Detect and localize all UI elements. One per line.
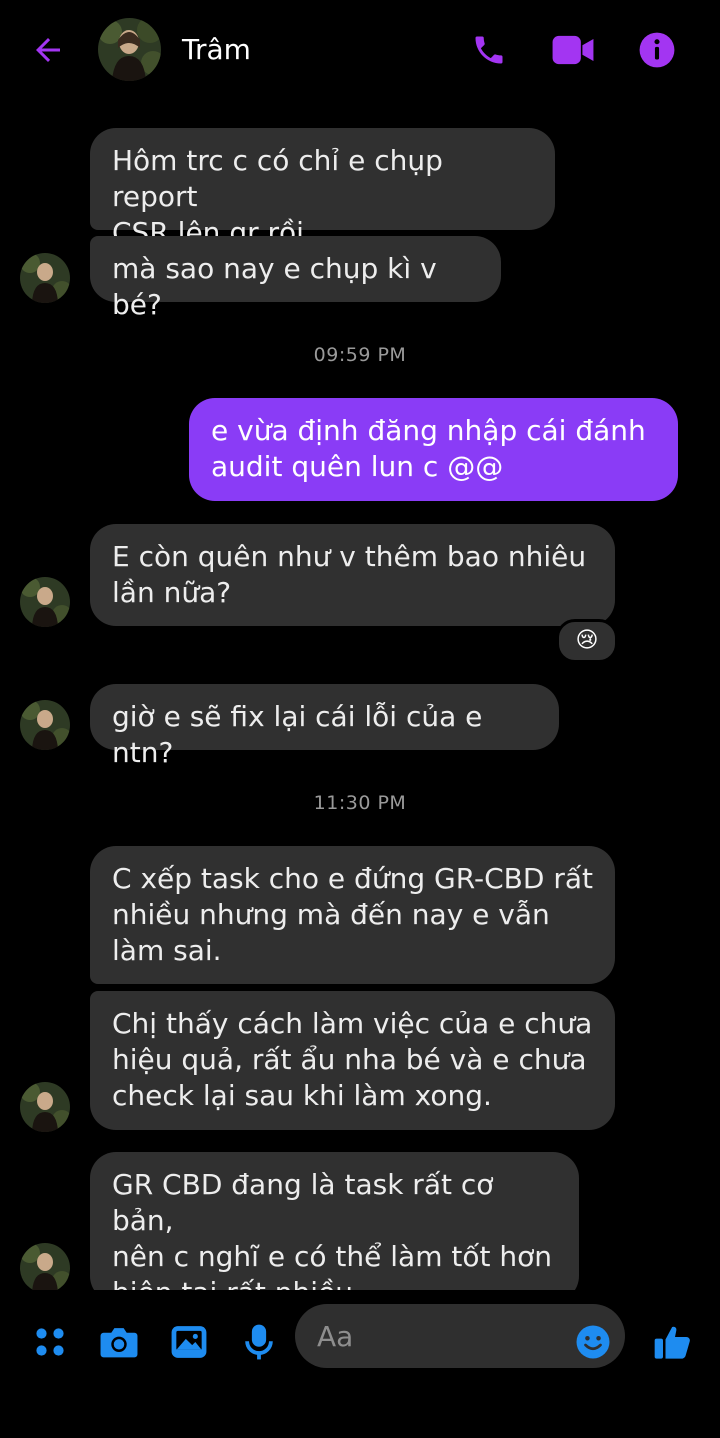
message-received[interactable]: Chị thấy cách làm việc của e chưa hiệu q… [90, 991, 615, 1130]
sender-avatar[interactable] [20, 700, 70, 750]
camera-icon [100, 1328, 138, 1358]
emoji-button[interactable] [567, 1316, 619, 1368]
timestamp: 11:30 PM [313, 792, 407, 814]
sender-avatar[interactable] [20, 1082, 70, 1132]
image-gallery-icon [171, 1326, 207, 1358]
message-received[interactable]: giờ e sẽ fix lại cái lỗi của e ntn? [90, 684, 559, 769]
back-arrow-icon [36, 38, 60, 62]
message-received[interactable]: GR CBD đang là task rất cơ bản, nên c ng… [90, 1152, 579, 1290]
sender-avatar[interactable] [20, 1243, 70, 1290]
microphone-icon [245, 1324, 273, 1360]
back-button[interactable] [22, 28, 74, 72]
contact-avatar[interactable] [98, 18, 161, 81]
info-button[interactable] [632, 26, 682, 74]
gallery-button[interactable] [163, 1316, 215, 1368]
video-call-button[interactable] [548, 26, 598, 74]
crying-face-icon: 😢 [575, 628, 599, 653]
video-camera-icon [552, 35, 594, 65]
composer-bar [0, 1290, 720, 1438]
emoji-smile-icon [576, 1325, 610, 1359]
more-actions-button[interactable] [24, 1316, 76, 1368]
camera-button[interactable] [93, 1316, 145, 1368]
message-sent[interactable]: e vừa định đăng nhập cái đánh audit quên… [189, 398, 678, 501]
message-received[interactable]: E còn quên như v thêm bao nhiêu lần nữa? [90, 524, 615, 626]
message-received[interactable]: mà sao nay e chụp kì v bé? [90, 236, 501, 321]
voice-message-button[interactable] [233, 1316, 285, 1368]
thumbs-up-icon [654, 1326, 690, 1359]
reaction-badge[interactable]: 😢 [556, 619, 618, 663]
phone-icon [475, 36, 503, 64]
call-button[interactable] [464, 26, 514, 74]
message-received[interactable]: Hôm trc c có chỉ e chụp report CSR lên g… [90, 128, 555, 249]
like-button[interactable] [647, 1316, 699, 1368]
message-list[interactable]: Hôm trc c có chỉ e chụp report CSR lên g… [0, 100, 720, 1290]
sender-avatar[interactable] [20, 253, 70, 303]
four-dots-menu-icon [36, 1328, 64, 1356]
sender-avatar[interactable] [20, 577, 70, 627]
info-icon [639, 32, 675, 68]
message-received[interactable]: C xếp task cho e đứng GR-CBD rất nhiều n… [90, 846, 615, 984]
timestamp: 09:59 PM [313, 344, 407, 366]
contact-name: Trâm [182, 33, 251, 66]
